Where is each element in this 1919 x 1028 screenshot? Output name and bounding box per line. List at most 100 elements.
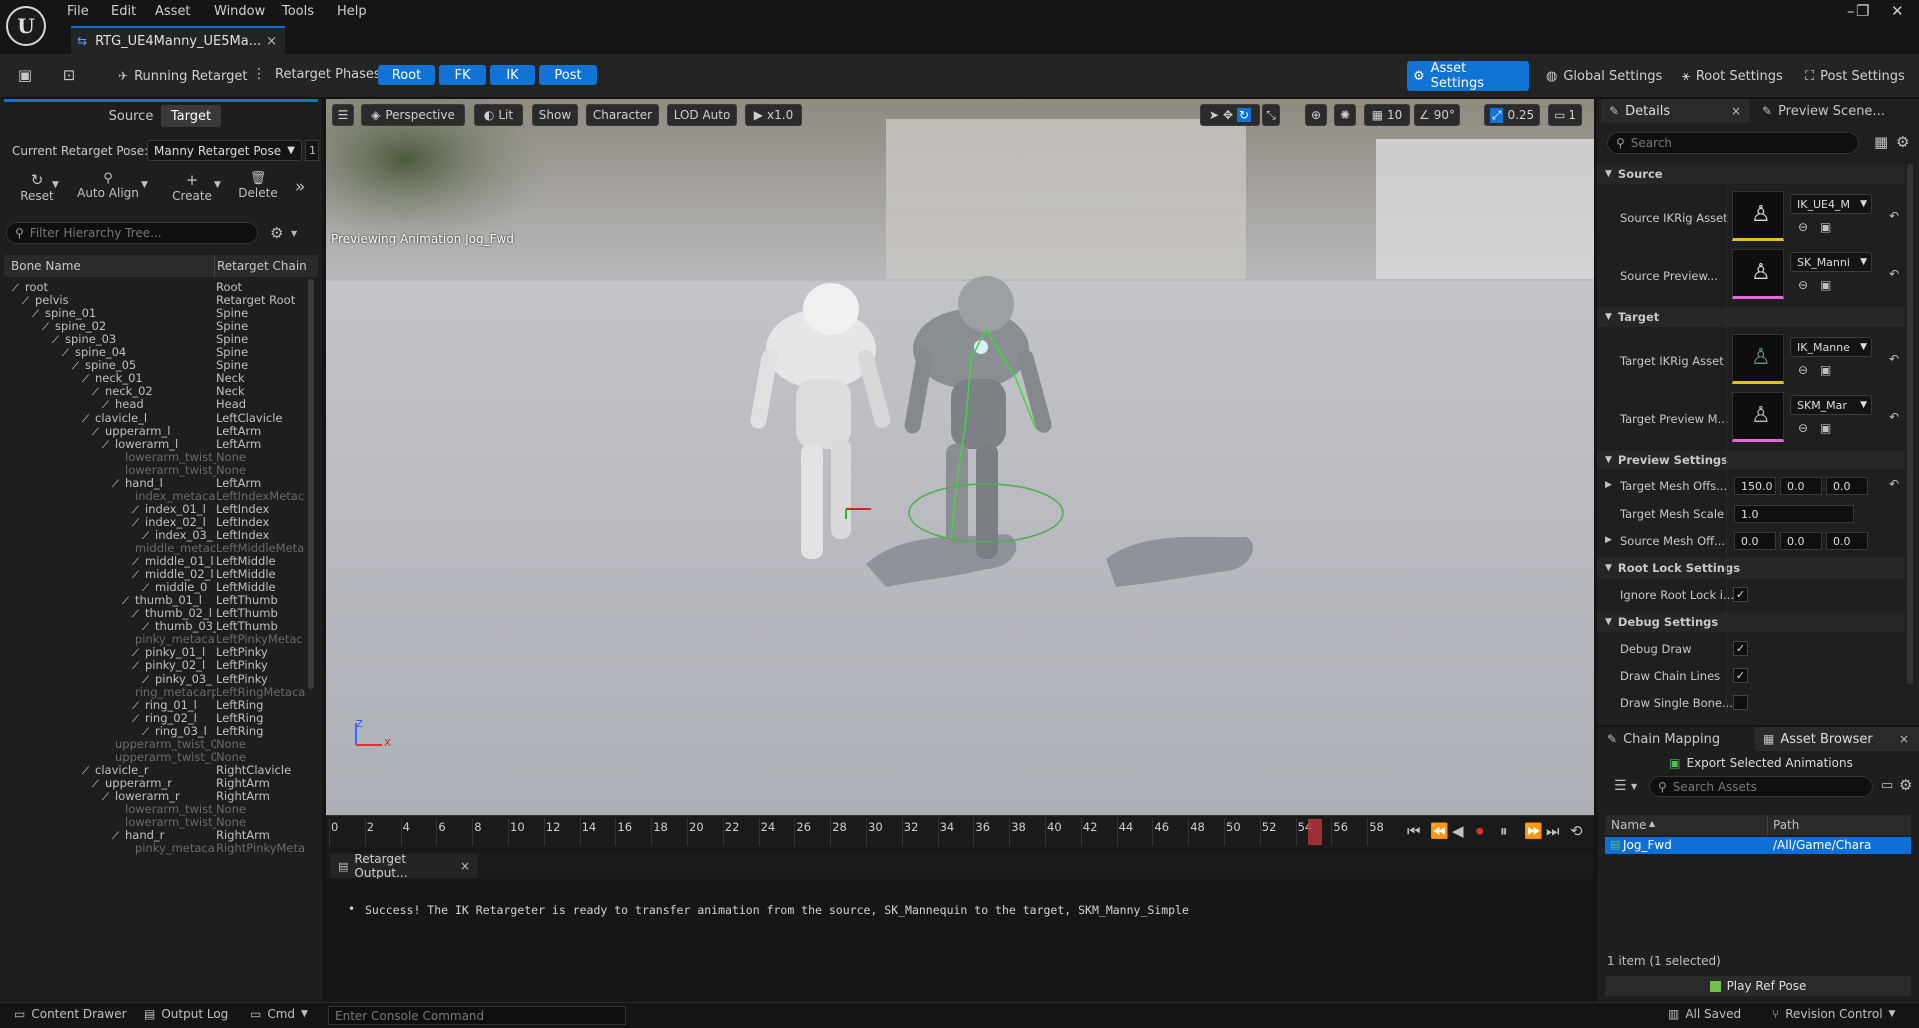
show-button[interactable]: Show bbox=[532, 104, 578, 126]
grid-snap-button[interactable]: ▦ 10 bbox=[1364, 104, 1410, 126]
folder-icon[interactable]: ▭ bbox=[1881, 778, 1893, 793]
details-settings-icon[interactable]: ⚙ bbox=[1896, 133, 1909, 151]
filter-icon[interactable]: ☰ bbox=[1614, 778, 1627, 794]
source-mesh-offset-x[interactable]: 0.0 bbox=[1734, 532, 1776, 550]
reset-to-default-icon[interactable]: ↶ bbox=[1889, 267, 1899, 281]
close-window-button[interactable]: ✕ bbox=[1891, 2, 1904, 20]
content-drawer-button[interactable]: ▭ Content Drawer bbox=[14, 1007, 127, 1021]
post-settings-button[interactable]: ⛶ Post Settings bbox=[1799, 61, 1911, 91]
expand-arrow-icon[interactable]: ▶ bbox=[1605, 535, 1612, 545]
select-icon[interactable]: ➤ bbox=[1209, 108, 1219, 122]
phase-post-button[interactable]: Post bbox=[539, 65, 597, 85]
target-ikrig-thumbnail[interactable]: ♙ bbox=[1732, 334, 1784, 384]
target-preview-combo[interactable]: SKM_Mar ▼ bbox=[1790, 395, 1872, 415]
preview-settings-header[interactable]: ▼ Preview Settings bbox=[1597, 450, 1905, 470]
col-bone-name[interactable]: Bone Name bbox=[11, 259, 81, 273]
ignore-root-lock-checkbox[interactable]: ✓ bbox=[1733, 587, 1748, 602]
reset-to-default-icon[interactable]: ↶ bbox=[1889, 410, 1899, 424]
skip-start-icon[interactable]: ⏮ bbox=[1407, 822, 1421, 840]
draw-chain-lines-checkbox[interactable]: ✓ bbox=[1733, 668, 1748, 683]
target-preview-thumbnail[interactable]: ♙ bbox=[1732, 392, 1784, 442]
global-settings-button[interactable]: ◍ Global Settings bbox=[1540, 61, 1668, 91]
col-path[interactable]: Path bbox=[1773, 818, 1799, 832]
unreal-logo-icon[interactable]: U bbox=[6, 6, 46, 46]
filter-settings-dropdown-icon[interactable]: ▼ bbox=[291, 229, 297, 238]
delete-button[interactable]: 🗑 Delete bbox=[236, 171, 280, 200]
details-tab[interactable]: ✎ Details × bbox=[1601, 99, 1749, 123]
target-section-header[interactable]: ▼ Target bbox=[1597, 307, 1905, 327]
root-lock-settings-header[interactable]: ▼ Root Lock Settings bbox=[1597, 558, 1905, 578]
character-button[interactable]: Character bbox=[586, 104, 659, 126]
browse-icon[interactable]: ▣ bbox=[1820, 278, 1831, 292]
more-options-icon[interactable]: ⋮ bbox=[252, 66, 266, 82]
details-close-icon[interactable]: × bbox=[1731, 104, 1741, 118]
retarget-pose-select[interactable]: Manny Retarget Pose ▼ bbox=[147, 140, 302, 161]
use-selected-icon[interactable]: ⊖ bbox=[1798, 278, 1808, 292]
details-search-input[interactable]: ⚲ Search bbox=[1607, 132, 1859, 154]
source-mesh-offset-y[interactable]: 0.0 bbox=[1780, 532, 1822, 550]
target-mesh-offset-y[interactable]: 0.0 bbox=[1780, 477, 1822, 495]
root-settings-button[interactable]: ⚹ Root Settings bbox=[1676, 61, 1789, 91]
save-icon[interactable]: ▣ bbox=[15, 66, 35, 84]
search-assets-input[interactable]: ⚲ Search Assets bbox=[1649, 776, 1873, 797]
target-mesh-scale-field[interactable]: 1.0 bbox=[1734, 505, 1854, 523]
filter-dropdown-icon[interactable]: ▼ bbox=[1631, 782, 1637, 791]
use-selected-icon[interactable]: ⊖ bbox=[1798, 421, 1808, 435]
phase-root-button[interactable]: Root bbox=[378, 65, 435, 85]
table-view-icon[interactable]: ▦ bbox=[1874, 133, 1888, 151]
transform-tools-group[interactable]: ➤ ✥ ↻ bbox=[1200, 104, 1260, 126]
skip-end-icon[interactable]: ⏭ bbox=[1546, 822, 1560, 840]
rotate-icon[interactable]: ↻ bbox=[1237, 108, 1252, 122]
create-dropdown-icon[interactable]: ▼ bbox=[214, 180, 221, 190]
3d-viewport[interactable]: Z X Previewing Animation Jog_Fwd bbox=[326, 99, 1594, 815]
timeline-playhead[interactable] bbox=[1307, 819, 1322, 845]
menu-file[interactable]: File bbox=[67, 4, 89, 19]
reset-to-default-icon[interactable]: ↶ bbox=[1889, 352, 1899, 366]
lod-button[interactable]: LOD Auto bbox=[667, 104, 737, 126]
scale-icon[interactable]: ⤡ bbox=[1262, 104, 1280, 126]
record-icon[interactable]: ⏺ bbox=[1476, 822, 1484, 840]
viewport-menu-button[interactable]: ☰ bbox=[332, 104, 354, 126]
target-mesh-offset-z[interactable]: 0.0 bbox=[1826, 477, 1868, 495]
asset-settings-icon[interactable]: ⚙ bbox=[1899, 776, 1912, 794]
source-ikrig-combo[interactable]: IK_UE4_M ▼ bbox=[1790, 194, 1872, 214]
browse-icon[interactable]: ▣ bbox=[1820, 421, 1831, 435]
retargeter-asset-tab[interactable]: ⇆ RTG_UE4Manny_UE5Ma... × bbox=[71, 26, 285, 54]
retarget-output-tab[interactable]: ▤ Retarget Output... × bbox=[330, 852, 478, 880]
loop-icon[interactable]: ⟲ bbox=[1570, 822, 1583, 840]
reset-to-default-icon[interactable]: ↶ bbox=[1889, 209, 1899, 223]
draw-single-bone-checkbox[interactable] bbox=[1733, 695, 1748, 710]
output-log-button[interactable]: ▤ Output Log bbox=[144, 1007, 228, 1021]
timeline[interactable]: 0 2 4 6 8 10 12 14 16 18 20 22 24 26 28 30 32 34 36 38 40 42 4… bbox=[326, 815, 1594, 849]
scale-snap-button[interactable]: ⤢ 0.25 bbox=[1484, 104, 1540, 126]
revision-control-button[interactable]: ⑂ Revision Control ▼ bbox=[1772, 1007, 1895, 1021]
cmd-button[interactable]: ▭ Cmd ▼ bbox=[250, 1007, 308, 1021]
menu-asset[interactable]: Asset bbox=[155, 4, 191, 19]
menu-window[interactable]: Window bbox=[214, 4, 265, 19]
step-forward-icon[interactable]: ⏩ bbox=[1524, 822, 1543, 840]
browse-icon[interactable]: ▣ bbox=[1820, 363, 1831, 377]
pause-icon[interactable]: ⏸ bbox=[1500, 822, 1508, 840]
auto-align-dropdown-icon[interactable]: ▼ bbox=[141, 180, 148, 190]
menu-edit[interactable]: Edit bbox=[111, 4, 136, 19]
use-selected-icon[interactable]: ⊖ bbox=[1798, 220, 1808, 234]
camera-speed-button[interactable]: ▭ 1 bbox=[1548, 104, 1582, 126]
minimize-button[interactable]: – bbox=[1847, 2, 1855, 20]
output-tab-close-icon[interactable]: × bbox=[460, 859, 470, 873]
menu-help[interactable]: Help bbox=[337, 4, 367, 19]
filter-settings-icon[interactable]: ⚙ bbox=[270, 224, 283, 242]
play-reverse-icon[interactable]: ◀ bbox=[1452, 822, 1464, 840]
debug-settings-header[interactable]: ▼ Debug Settings bbox=[1597, 612, 1905, 632]
menu-tools[interactable]: Tools bbox=[282, 4, 314, 19]
tab-source[interactable]: Source bbox=[103, 105, 159, 127]
create-button[interactable]: + Create bbox=[170, 171, 214, 203]
all-saved-button[interactable]: ▥ All Saved bbox=[1668, 1007, 1741, 1021]
source-preview-combo[interactable]: SK_Manni ▼ bbox=[1790, 252, 1872, 272]
tab-close-icon[interactable]: × bbox=[266, 34, 277, 49]
chain-mapping-tab[interactable]: ✎ Chain Mapping bbox=[1601, 727, 1749, 751]
step-back-icon[interactable]: ⏪ bbox=[1430, 822, 1449, 840]
expand-arrow-icon[interactable]: ▶ bbox=[1605, 480, 1612, 490]
details-scrollbar[interactable] bbox=[1907, 164, 1913, 684]
lit-button[interactable]: ◐ Lit bbox=[474, 104, 523, 126]
asset-browser-close-icon[interactable]: × bbox=[1899, 732, 1909, 746]
